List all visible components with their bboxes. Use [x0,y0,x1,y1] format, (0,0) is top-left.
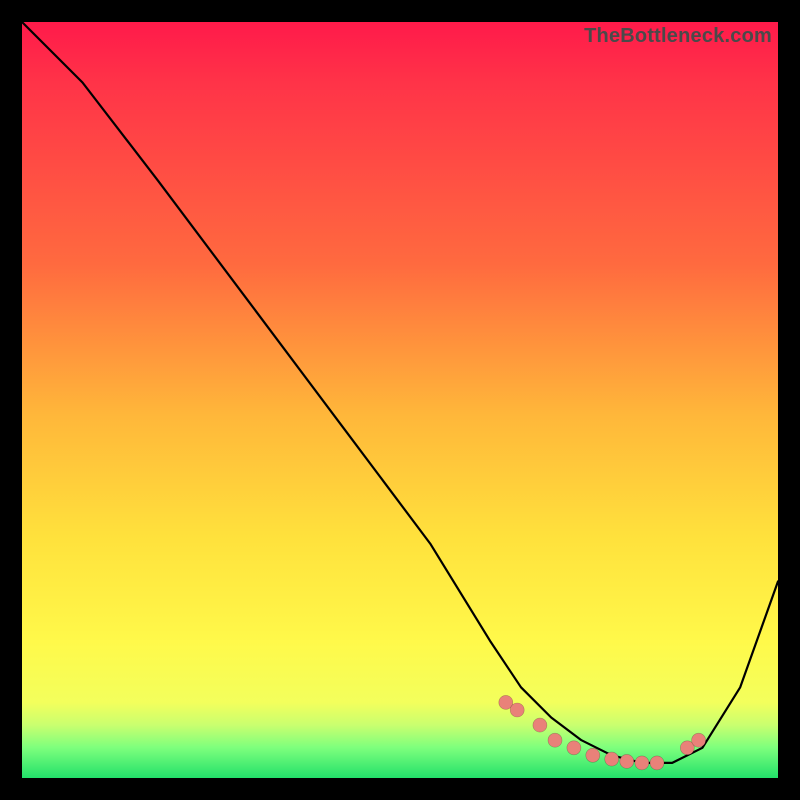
marker-dot [605,752,619,766]
marker-dot [620,754,634,768]
marker-dot [567,741,581,755]
chart-svg [22,22,778,778]
plot-area: TheBottleneck.com [22,22,778,778]
marker-dot [586,748,600,762]
series-curve [22,22,778,763]
marker-group [499,695,706,770]
chart-frame: TheBottleneck.com [0,0,800,800]
marker-dot [692,733,706,747]
marker-dot [510,703,524,717]
marker-dot [650,756,664,770]
marker-dot [635,756,649,770]
marker-dot [533,718,547,732]
marker-dot [548,733,562,747]
